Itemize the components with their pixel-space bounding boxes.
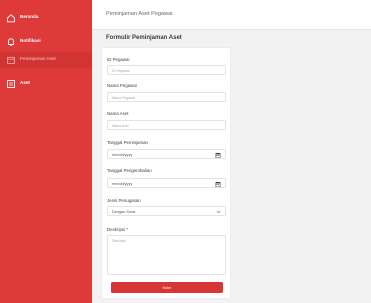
asset-label: Nama Aset — [107, 111, 129, 116]
borrow-date-value: mm/dd/yyyy — [112, 152, 133, 157]
sidebar-item-peminjaman-aset[interactable]: Peminjaman Aset — [0, 52, 92, 68]
calendar-icon[interactable] — [215, 152, 221, 159]
box-icon — [7, 56, 15, 64]
borrow-date-label: Tanggal Peminjaman — [107, 140, 149, 145]
topbar: Peminjaman Aset Pegawai — [92, 0, 371, 30]
topbar-title: Peminjaman Aset Pegawai — [106, 11, 173, 17]
id-pegawai-input[interactable]: ID Pegawai — [107, 65, 226, 75]
return-date-input[interactable]: mm/dd/yyyy — [107, 178, 226, 188]
sidebar-item-label: Notifikasi — [20, 38, 41, 43]
sidebar-item-notifikasi[interactable]: Notifikasi — [0, 34, 92, 50]
page-title: Formulir Peminjaman Aset — [106, 35, 182, 41]
submit-label: Kirim — [162, 285, 172, 290]
deskripsi-textarea[interactable]: Deskripsi — [107, 235, 226, 275]
list-icon — [7, 80, 15, 88]
sidebar-item-label: Aset — [20, 80, 30, 85]
nama-pegawai-input[interactable]: Nama Pegawai — [107, 92, 226, 102]
nama-aset-input[interactable]: Nama Aset — [107, 120, 226, 130]
sidebar-item-label: Peminjaman Aset — [20, 56, 56, 61]
asset-placeholder: Nama Aset — [112, 124, 129, 128]
submit-button[interactable]: Kirim — [111, 282, 223, 293]
desc-placeholder: Deskripsi — [112, 239, 126, 243]
name-label: Nama Pegawai — [107, 83, 137, 88]
sidebar-item-beranda[interactable]: Beranda — [0, 10, 92, 26]
id-label: ID Pegawai — [107, 57, 130, 62]
desc-label: Deskripsi * — [107, 227, 128, 232]
borrow-date-input[interactable]: mm/dd/yyyy — [107, 149, 226, 159]
chevron-down-icon — [216, 210, 221, 214]
return-date-value: mm/dd/yyyy — [112, 181, 133, 186]
return-date-label: Tanggal Pengembalian — [107, 168, 152, 173]
calendar-icon[interactable] — [215, 181, 221, 188]
name-placeholder: Nama Pegawai — [112, 96, 135, 100]
type-value: Dengan Surat — [112, 209, 136, 214]
sidebar-item-label: Beranda — [20, 14, 39, 19]
jenis-penugasan-select[interactable]: Dengan Surat — [107, 206, 226, 216]
sidebar-item-aset[interactable]: Aset — [0, 76, 92, 92]
form-card: ID Pegawai ID Pegawai Nama Pegawai Nama … — [101, 47, 231, 299]
sidebar: Beranda Notifikasi Peminjaman Aset Aset — [0, 0, 92, 303]
type-label: Jenis Penugasan — [107, 198, 141, 203]
bell-icon — [8, 38, 14, 47]
home-icon — [7, 14, 15, 23]
id-placeholder: ID Pegawai — [112, 69, 130, 73]
